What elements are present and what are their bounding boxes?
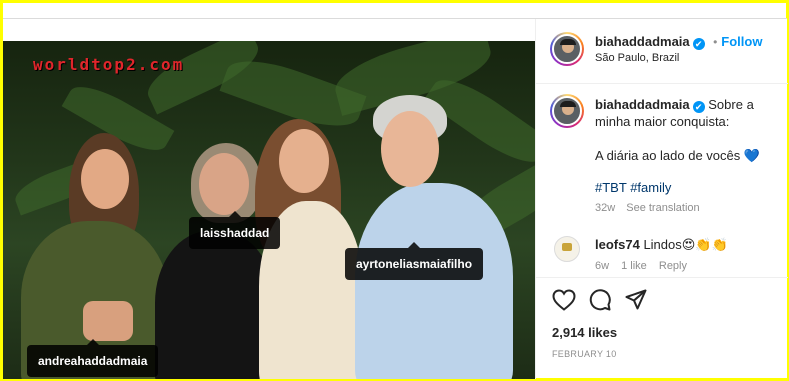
caption-age: 32w (595, 202, 616, 214)
hashtag-family[interactable]: #family (630, 180, 671, 195)
watermark-text: worldtop2.com (33, 55, 185, 74)
likes-count[interactable]: 2,914 likes (552, 325, 617, 340)
verified-badge-icon: ✔ (692, 38, 705, 50)
person-face (279, 129, 329, 193)
post-sidebar: biahaddadmaia ✔ • Follow São Paulo, Brazil… (535, 19, 788, 379)
caption-username[interactable]: biahaddadmaia (595, 97, 690, 112)
post-photo[interactable]: worldtop2.com laisshaddad ayrtoneliasmai… (3, 41, 535, 379)
post-date: FEBRUARY 10 (552, 349, 617, 359)
user-tag-laisshaddad[interactable]: laisshaddad (189, 211, 281, 249)
comment-bubble-icon[interactable] (589, 289, 611, 311)
comment-emojis: 😍👏👏 (681, 237, 728, 252)
comment-text: Lindos (643, 237, 682, 252)
comment-body: leofs74 Lindos😍👏👏 (595, 236, 728, 253)
caption-block: biahaddadmaia ✔ Sobre a minha maior conqu… (595, 96, 780, 130)
person-skin (83, 301, 133, 341)
hashtag-tbt[interactable]: #TBT (595, 180, 627, 195)
person-face (381, 111, 439, 187)
comment-meta: 6w 1 like Reply (595, 260, 687, 272)
person-face (81, 149, 129, 209)
instagram-post: worldtop2.com laisshaddad ayrtoneliasmai… (3, 18, 788, 379)
caption-line2-wrap: A diária ao lado de vocês 💙 (595, 147, 780, 164)
caption-meta: 32w See translation (595, 202, 700, 214)
follow-button[interactable]: Follow (721, 34, 762, 49)
blue-heart-emoji: 💙 (743, 148, 761, 163)
heart-outline-icon[interactable] (552, 289, 576, 311)
location-link[interactable]: São Paulo, Brazil (595, 52, 679, 64)
paper-plane-icon[interactable] (625, 289, 647, 311)
person-laiss (155, 231, 275, 379)
verified-badge-icon: ✔ (692, 101, 705, 113)
comment-reply-button[interactable]: Reply (659, 260, 687, 272)
post-header: biahaddadmaia ✔ • Follow São Paulo, Brazil (536, 19, 788, 84)
user-tag-ayrtoneliasmaiafilho[interactable]: ayrtoneliasmaiafilho (345, 242, 484, 280)
action-divider (536, 277, 788, 278)
separator-dot: • (713, 35, 718, 49)
person-face (199, 153, 249, 215)
profile-avatar[interactable] (550, 32, 584, 66)
header-username[interactable]: biahaddadmaia (595, 34, 690, 49)
person-ayrton (355, 183, 513, 379)
see-translation-link[interactable]: See translation (626, 202, 699, 214)
caption-hashtags: #TBT #family (595, 179, 671, 196)
comment-likes[interactable]: 1 like (621, 260, 647, 272)
caption-avatar[interactable] (550, 94, 584, 128)
caption-line2: A diária ao lado de vocês (595, 148, 741, 163)
user-tag-andreahaddadmaia[interactable]: andreahaddadmaia (27, 339, 159, 377)
comment-age: 6w (595, 260, 610, 272)
commenter-avatar[interactable] (554, 236, 580, 262)
comment-username[interactable]: leofs74 (595, 237, 640, 252)
